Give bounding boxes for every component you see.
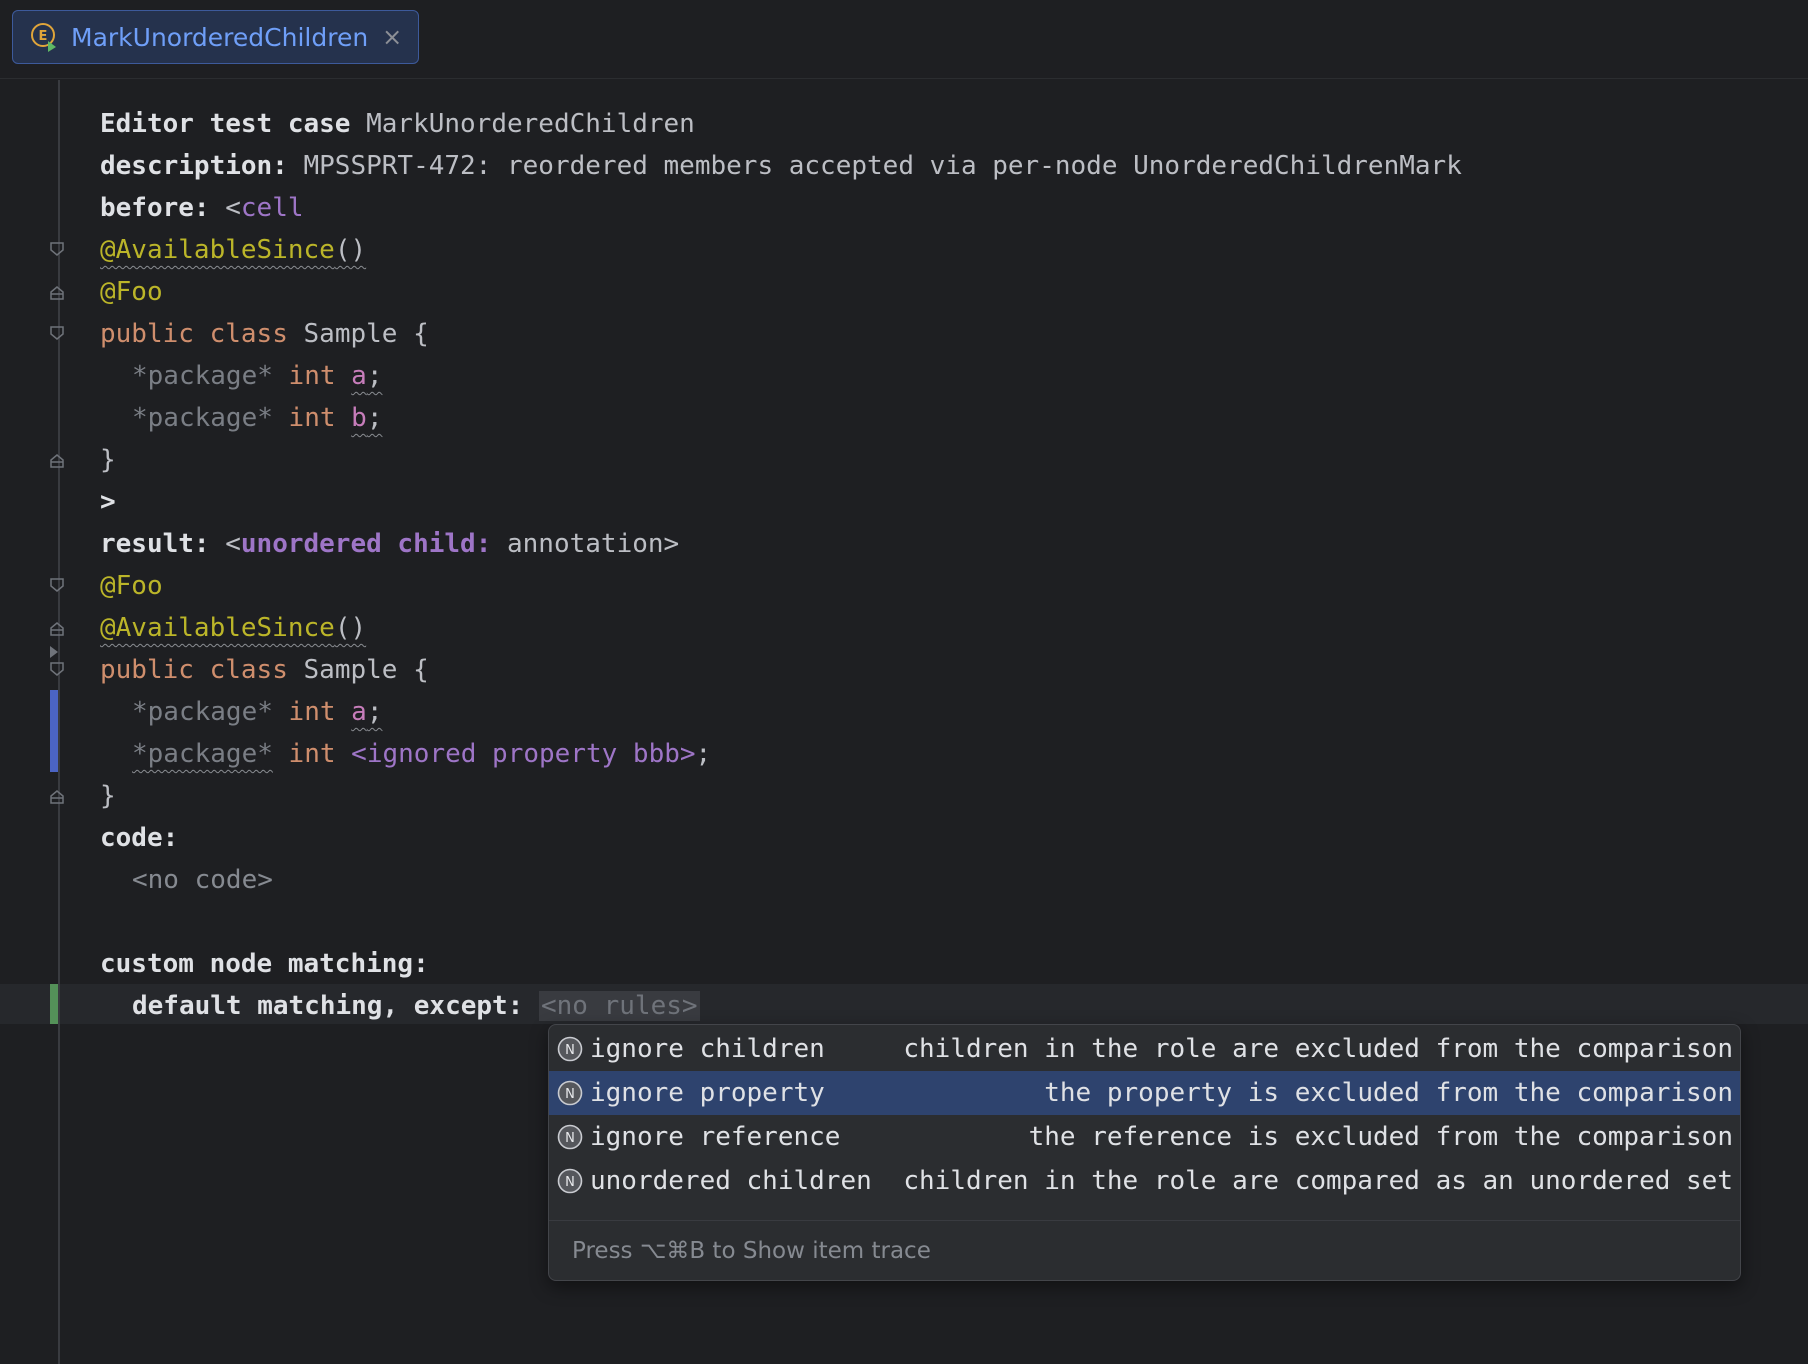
fold-close-icon[interactable]: [48, 620, 66, 638]
fold-close-icon[interactable]: [48, 788, 66, 806]
editor-test-file-icon: E: [31, 23, 56, 52]
change-marker-modified[interactable]: [50, 690, 58, 772]
fold-close-icon[interactable]: [48, 452, 66, 470]
fold-open-icon[interactable]: [48, 576, 66, 594]
completion-item[interactable]: Nunordered children children in the role …: [549, 1159, 1740, 1203]
node-icon: N: [557, 1168, 583, 1194]
description-text[interactable]: MPSSPRT-472: reordered members accepted …: [304, 151, 1462, 181]
completion-item-description: children in the role are compared as an …: [903, 1166, 1733, 1196]
completion-item[interactable]: Nignore property the property is excluded…: [549, 1071, 1740, 1115]
code-line: *package* int <ignored property bbb>;: [132, 739, 712, 769]
fold-open-icon[interactable]: [48, 660, 66, 678]
code-line: description: MPSSPRT-472: reordered memb…: [100, 151, 1462, 181]
class-name[interactable]: Sample {: [288, 655, 429, 685]
code-line: >: [100, 487, 116, 517]
code-line: result: <unordered child: annotation>: [100, 529, 680, 559]
completion-item-name: ignore children: [590, 1034, 825, 1064]
svg-text:N: N: [565, 1087, 575, 1102]
code-line: @Foo: [100, 565, 163, 607]
fold-open-icon[interactable]: [48, 240, 66, 258]
svg-text:E: E: [39, 29, 48, 44]
completion-item-description: the property is excluded from the compar…: [1044, 1078, 1733, 1108]
code-line: public class Sample {: [100, 319, 429, 349]
class-name[interactable]: Sample {: [288, 319, 429, 349]
breakpoint-arrow-icon[interactable]: [48, 644, 60, 660]
completion-item-name: ignore reference: [590, 1122, 841, 1152]
no-code-placeholder[interactable]: <no code>: [132, 865, 273, 895]
completion-footer-hint: Press ⌥⌘B to Show item trace: [549, 1220, 1740, 1280]
field-a[interactable]: a;: [351, 361, 382, 391]
code-line: *package* int b;: [132, 403, 383, 433]
svg-text:N: N: [565, 1043, 575, 1058]
tab-bar: E MarkUnorderedChildren ×: [0, 0, 1808, 79]
code-line: default matching, except: <no rules>: [132, 991, 700, 1021]
code-line: public class Sample {: [100, 655, 429, 685]
annotation-foo[interactable]: @Foo: [100, 277, 163, 307]
completion-item-description: children in the role are excluded from t…: [903, 1034, 1733, 1064]
completion-popup[interactable]: Nignore children children in the role are…: [548, 1024, 1741, 1281]
no-rules-placeholder[interactable]: <no rules>: [539, 991, 700, 1021]
change-marker-added[interactable]: [50, 984, 58, 1024]
node-icon: N: [557, 1080, 583, 1106]
test-case-name[interactable]: MarkUnorderedChildren: [366, 109, 695, 139]
completion-item-name: ignore property: [590, 1078, 825, 1108]
code-line: }: [100, 445, 116, 475]
annotation-available-since[interactable]: @AvailableSince(): [100, 613, 366, 643]
completion-list: Nignore children children in the role are…: [549, 1025, 1740, 1203]
code-line: *package* int a;: [132, 361, 383, 391]
code-line: *package* int a;: [132, 697, 383, 727]
node-icon: N: [557, 1036, 583, 1062]
code-line: code:: [100, 823, 179, 853]
annotation-available-since[interactable]: @AvailableSince(): [100, 235, 366, 265]
completion-item-name: unordered children: [590, 1166, 872, 1196]
close-icon[interactable]: ×: [382, 23, 402, 51]
ignored-property-cell[interactable]: <ignored property bbb>: [351, 739, 695, 769]
code-line: Editor test case MarkUnorderedChildren: [100, 109, 695, 139]
code-line: @AvailableSince(): [100, 229, 366, 271]
code-line: @AvailableSince(): [100, 607, 366, 649]
tab-label: MarkUnorderedChildren: [71, 22, 369, 52]
completion-item[interactable]: Nignore reference the reference is exclud…: [549, 1115, 1740, 1159]
field-a[interactable]: a;: [351, 697, 382, 727]
completion-item-description: the reference is excluded from the compa…: [1028, 1122, 1733, 1152]
gutter-divider: [58, 80, 60, 1364]
code-line: @Foo: [100, 271, 163, 313]
code-line: <no code>: [132, 859, 273, 901]
field-b[interactable]: b;: [351, 403, 382, 433]
annotation-foo[interactable]: @Foo: [100, 571, 163, 601]
fold-close-icon[interactable]: [48, 284, 66, 302]
code-line: custom node matching:: [100, 949, 429, 979]
completion-item[interactable]: Nignore children children in the role are…: [549, 1027, 1740, 1071]
code-line: before: <cell: [100, 193, 304, 223]
tab-mark-unordered-children[interactable]: E MarkUnorderedChildren ×: [12, 10, 420, 64]
fold-open-icon[interactable]: [48, 324, 66, 342]
editor-window: E MarkUnorderedChildren × Editor test ca…: [0, 0, 1808, 1364]
node-icon: N: [557, 1124, 583, 1150]
svg-text:N: N: [565, 1175, 575, 1190]
code-line: }: [100, 781, 116, 811]
svg-text:N: N: [565, 1131, 575, 1146]
